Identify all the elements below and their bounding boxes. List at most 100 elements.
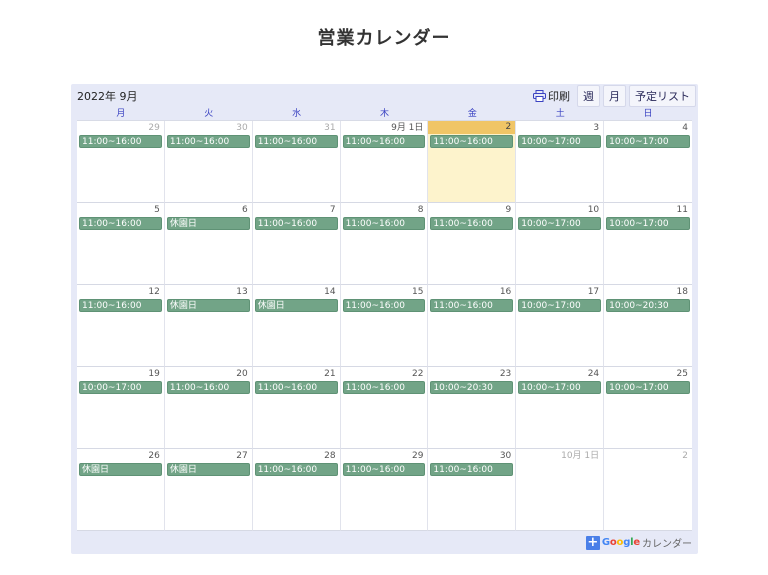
day-number[interactable]: 11 [677,204,688,217]
day-number[interactable]: 28 [324,450,335,463]
event-chip[interactable]: 11:00~16:00 [79,135,162,148]
event-chip[interactable]: 11:00~16:00 [430,463,514,476]
view-week-button[interactable]: 週 [577,85,600,107]
day-cell[interactable]: 27 休園日 [164,449,253,531]
day-number[interactable]: 6 [242,204,248,217]
event-chip[interactable]: 10:00~17:00 [606,135,690,148]
day-number[interactable]: 19 [148,368,159,381]
day-cell[interactable]: 29 11:00~16:00 [77,121,165,203]
event-chip[interactable]: 11:00~16:00 [254,135,338,148]
event-chip[interactable]: 10:00~20:30 [430,381,514,394]
day-cell[interactable]: 10 10:00~17:00 [516,203,605,285]
day-number[interactable]: 10月 1日 [561,450,599,463]
event-chip[interactable]: 11:00~16:00 [342,381,426,394]
day-cell[interactable]: 9 11:00~16:00 [428,203,517,285]
event-chip[interactable]: 10:00~17:00 [518,135,602,148]
day-cell[interactable]: 4 10:00~17:00 [604,121,692,203]
day-cell[interactable]: 26 休園日 [77,449,165,531]
day-number[interactable]: 2 [428,121,516,134]
event-chip[interactable]: 11:00~16:00 [79,299,162,312]
day-number[interactable]: 9 [506,204,512,217]
day-number[interactable]: 26 [148,450,159,463]
day-cell[interactable]: 12 11:00~16:00 [77,285,165,367]
google-calendar-link[interactable]: + Google カレンダー [585,535,692,550]
day-cell[interactable]: 30 11:00~16:00 [428,449,517,531]
event-chip[interactable]: 11:00~16:00 [254,381,338,394]
day-cell[interactable]: 10月 1日 [516,449,605,531]
day-cell[interactable]: 29 11:00~16:00 [340,449,429,531]
event-chip[interactable]: 11:00~16:00 [430,299,514,312]
day-number[interactable]: 2 [682,450,688,463]
event-chip[interactable]: 休園日 [166,299,250,312]
day-number[interactable]: 29 [412,450,423,463]
day-number[interactable]: 27 [236,450,247,463]
event-chip[interactable]: 休園日 [79,463,162,476]
day-number[interactable]: 17 [588,286,599,299]
day-number[interactable]: 9月 1日 [391,122,423,135]
day-cell[interactable]: 20 11:00~16:00 [164,367,253,449]
day-number[interactable]: 23 [500,368,511,381]
event-chip[interactable]: 休園日 [166,217,250,230]
day-cell[interactable]: 19 10:00~17:00 [77,367,165,449]
day-number[interactable]: 16 [500,286,511,299]
event-chip[interactable]: 11:00~16:00 [166,135,250,148]
day-cell[interactable]: 3 10:00~17:00 [516,121,605,203]
day-number[interactable]: 30 [236,122,247,135]
event-chip[interactable]: 10:00~17:00 [606,217,690,230]
day-number[interactable]: 22 [412,368,423,381]
event-chip[interactable]: 10:00~17:00 [518,217,602,230]
day-cell[interactable]: 14 休園日 [252,285,341,367]
day-number[interactable]: 13 [236,286,247,299]
day-cell[interactable]: 5 11:00~16:00 [77,203,165,285]
day-number[interactable]: 7 [330,204,336,217]
day-cell[interactable]: 8 11:00~16:00 [340,203,429,285]
day-cell[interactable]: 18 10:00~20:30 [604,285,692,367]
day-cell[interactable]: 30 11:00~16:00 [164,121,253,203]
event-chip[interactable]: 10:00~17:00 [518,299,602,312]
event-chip[interactable]: 11:00~16:00 [342,135,426,148]
event-chip[interactable]: 11:00~16:00 [79,217,162,230]
day-number[interactable]: 3 [593,122,599,135]
day-number[interactable]: 29 [148,122,159,135]
day-number[interactable]: 5 [154,204,160,217]
day-cell[interactable]: 25 10:00~17:00 [604,367,692,449]
day-number[interactable]: 18 [677,286,688,299]
day-cell[interactable]: 16 11:00~16:00 [428,285,517,367]
day-cell[interactable]: 17 10:00~17:00 [516,285,605,367]
event-chip[interactable]: 10:00~17:00 [518,381,602,394]
event-chip[interactable]: 11:00~16:00 [254,463,338,476]
view-month-button[interactable]: 月 [603,85,626,107]
day-cell[interactable]: 2 [604,449,692,531]
event-chip[interactable]: 11:00~16:00 [166,381,250,394]
event-chip[interactable]: 11:00~16:00 [342,299,426,312]
day-cell[interactable]: 31 11:00~16:00 [252,121,341,203]
event-chip[interactable]: 11:00~16:00 [342,217,426,230]
day-number[interactable]: 31 [324,122,335,135]
day-cell[interactable]: 24 10:00~17:00 [516,367,605,449]
view-agenda-button[interactable]: 予定リスト [629,85,696,107]
event-chip[interactable]: 11:00~16:00 [254,217,338,230]
event-chip[interactable]: 10:00~17:00 [79,381,162,394]
day-cell[interactable]: 15 11:00~16:00 [340,285,429,367]
event-chip[interactable]: 10:00~20:30 [606,299,690,312]
day-cell[interactable]: 21 11:00~16:00 [252,367,341,449]
day-cell[interactable]: 7 11:00~16:00 [252,203,341,285]
print-button[interactable]: 印刷 [529,86,574,106]
day-cell[interactable]: 23 10:00~20:30 [428,367,517,449]
day-cell[interactable]: 22 11:00~16:00 [340,367,429,449]
event-chip[interactable]: 11:00~16:00 [430,135,514,148]
day-number[interactable]: 21 [324,368,335,381]
day-cell[interactable]: 11 10:00~17:00 [604,203,692,285]
day-number[interactable]: 12 [148,286,159,299]
day-number[interactable]: 14 [324,286,335,299]
day-number[interactable]: 25 [677,368,688,381]
day-number[interactable]: 10 [588,204,599,217]
day-number[interactable]: 15 [412,286,423,299]
day-number[interactable]: 8 [418,204,424,217]
day-number[interactable]: 4 [682,122,688,135]
event-chip[interactable]: 休園日 [254,299,338,312]
day-number[interactable]: 30 [500,450,511,463]
day-number[interactable]: 24 [588,368,599,381]
day-number[interactable]: 20 [236,368,247,381]
day-cell[interactable]: 28 11:00~16:00 [252,449,341,531]
